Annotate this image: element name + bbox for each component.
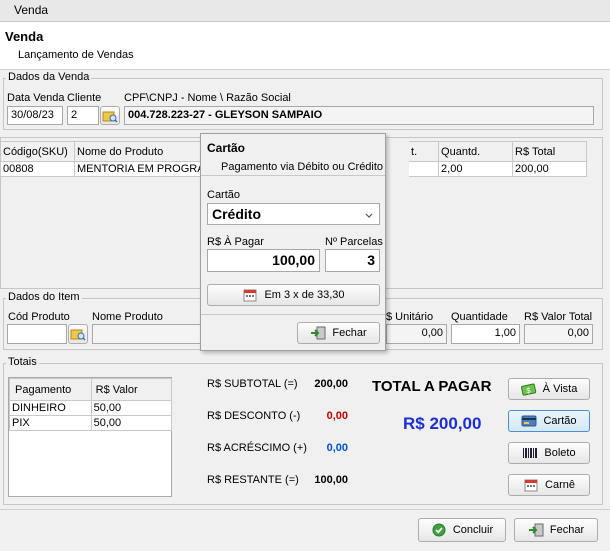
table-row[interactable]: PIX 50,00 — [9, 415, 173, 431]
payments-grid: Pagamento R$ Valor DINHEIRO 50,00 PIX 50… — [8, 377, 173, 497]
barcode-icon — [522, 446, 538, 460]
acrescimo-value: 0,00 — [326, 442, 348, 454]
cartao-button[interactable]: Cartão — [508, 410, 590, 432]
row-unit[interactable] — [408, 161, 440, 177]
quantidade-label: Quantidade — [451, 311, 508, 323]
date-label: Data Venda — [7, 92, 65, 104]
window-titlebar: Venda — [0, 0, 610, 22]
cpf-label: CPF\CNPJ - Nome \ Razão Social — [124, 92, 291, 104]
nome-produto-label: Nome Produto — [92, 311, 163, 323]
restante-value: 100,00 — [314, 474, 348, 486]
unitario-label: $ Unitário — [386, 311, 434, 323]
apagar-input[interactable]: 100,00 — [207, 249, 320, 272]
carne-label: Carnê — [545, 479, 575, 491]
col-qty[interactable]: Quantd. — [438, 141, 514, 162]
col-total[interactable]: R$ Total — [512, 141, 588, 162]
row-qty[interactable]: 2,00 — [438, 161, 514, 177]
card-type-value: Crédito — [212, 206, 261, 222]
dados-item-title: Dados do Item — [6, 291, 82, 303]
check-circle-icon — [431, 523, 447, 537]
cod-produto-input[interactable] — [7, 324, 67, 344]
card-type-label: Cartão — [207, 189, 241, 201]
total-pagar-label: TOTAL A PAGAR — [372, 378, 492, 395]
popup-divider — [201, 314, 385, 315]
col-unit[interactable]: t. — [408, 141, 440, 162]
payments-table: Pagamento R$ Valor DINHEIRO 50,00 PIX 50… — [9, 378, 173, 431]
apagar-label: R$ À Pagar — [207, 236, 264, 248]
folder-search-icon — [102, 109, 118, 123]
pay-method[interactable]: PIX — [9, 415, 92, 431]
cod-produto-label: Cód Produto — [8, 311, 70, 323]
cash-icon: $ — [520, 382, 537, 396]
col-sku[interactable]: Código(SKU) — [0, 141, 75, 162]
page-header: Venda Lançamento de Vendas — [0, 22, 610, 70]
dados-venda-title: Dados da Venda — [6, 71, 92, 83]
fechar-label: Fechar — [549, 524, 585, 536]
row-sku[interactable]: 00808 — [0, 161, 75, 177]
date-field[interactable]: 30/08/23 — [7, 106, 63, 125]
popup-title: Cartão — [207, 141, 246, 155]
desconto-value: 0,00 — [326, 410, 348, 422]
valor-total-field: 0,00 — [524, 324, 593, 344]
total-pagar-value: R$ 200,00 — [403, 414, 482, 433]
concluir-button[interactable]: Concluir — [418, 518, 506, 542]
client-search-button[interactable] — [100, 106, 120, 125]
popup-close-label: Fechar — [332, 327, 367, 339]
popup-subtitle: Pagamento via Débito ou Crédito — [221, 161, 384, 173]
folder-search-icon — [70, 327, 86, 341]
pay-value[interactable]: 50,00 — [90, 400, 173, 416]
restante-label: R$ RESTANTE (=) — [207, 474, 299, 486]
row-total[interactable]: 200,00 — [512, 161, 588, 177]
popup-header: Cartão Pagamento via Débito ou Crédito — [201, 134, 385, 176]
pay-col-method[interactable]: Pagamento — [9, 378, 92, 401]
pay-value[interactable]: 50,00 — [90, 415, 173, 431]
product-search-button[interactable] — [68, 324, 88, 344]
parcelas-label: Nº Parcelas — [325, 236, 383, 248]
parcelas-input[interactable]: 3 — [325, 249, 380, 272]
boleto-label: Boleto — [544, 447, 576, 459]
page-subtitle: Lançamento de Vendas — [18, 49, 134, 61]
desconto-label: R$ DESCONTO (-) — [207, 410, 301, 422]
client-name-field: 004.728.223-27 - GLEYSON SAMPAIO — [124, 106, 594, 125]
a-vista-label: À Vista — [542, 383, 578, 395]
svg-text:$: $ — [526, 386, 531, 395]
payments-header-row: Pagamento R$ Valor — [9, 378, 173, 401]
card-type-select[interactable]: Crédito — [207, 203, 380, 225]
carne-button[interactable]: Carnê — [508, 474, 590, 496]
concluir-label: Concluir — [452, 524, 494, 536]
calendar-icon — [523, 478, 539, 492]
calendar-icon — [242, 288, 258, 302]
window-title: Venda — [14, 3, 49, 17]
cartao-label: Cartão — [543, 415, 577, 427]
installments-button[interactable]: Em 3 x de 33,30 — [207, 284, 380, 306]
valor-total-label: R$ Valor Total — [524, 311, 593, 323]
page-title: Venda — [5, 29, 44, 44]
a-vista-button[interactable]: $ À Vista — [508, 378, 590, 400]
fechar-button[interactable]: Fechar — [514, 518, 598, 542]
client-label: Cliente — [67, 92, 102, 104]
unitario-field: 0,00 — [386, 324, 447, 344]
subtotal-label: R$ SUBTOTAL (=) — [207, 378, 298, 390]
credit-card-icon — [521, 414, 537, 428]
subtotal-value: 200,00 — [314, 378, 348, 390]
pay-col-value[interactable]: R$ Valor — [90, 378, 173, 401]
quantidade-field[interactable]: 1,00 — [451, 324, 520, 344]
installments-label: Em 3 x de 33,30 — [264, 289, 345, 301]
client-code-field[interactable]: 2 — [67, 106, 99, 125]
nome-produto-field — [92, 324, 202, 344]
chevron-down-icon — [364, 208, 374, 224]
exit-door-icon — [528, 523, 544, 537]
pay-method[interactable]: DINHEIRO — [9, 400, 92, 416]
totais-title: Totais — [6, 356, 39, 368]
footer-divider — [0, 509, 610, 510]
boleto-button[interactable]: Boleto — [508, 442, 590, 464]
popup-close-button[interactable]: Fechar — [297, 322, 380, 344]
cartao-popup: Cartão Pagamento via Débito ou Crédito C… — [200, 133, 386, 351]
exit-door-icon — [310, 326, 326, 340]
table-row[interactable]: DINHEIRO 50,00 — [9, 400, 173, 416]
